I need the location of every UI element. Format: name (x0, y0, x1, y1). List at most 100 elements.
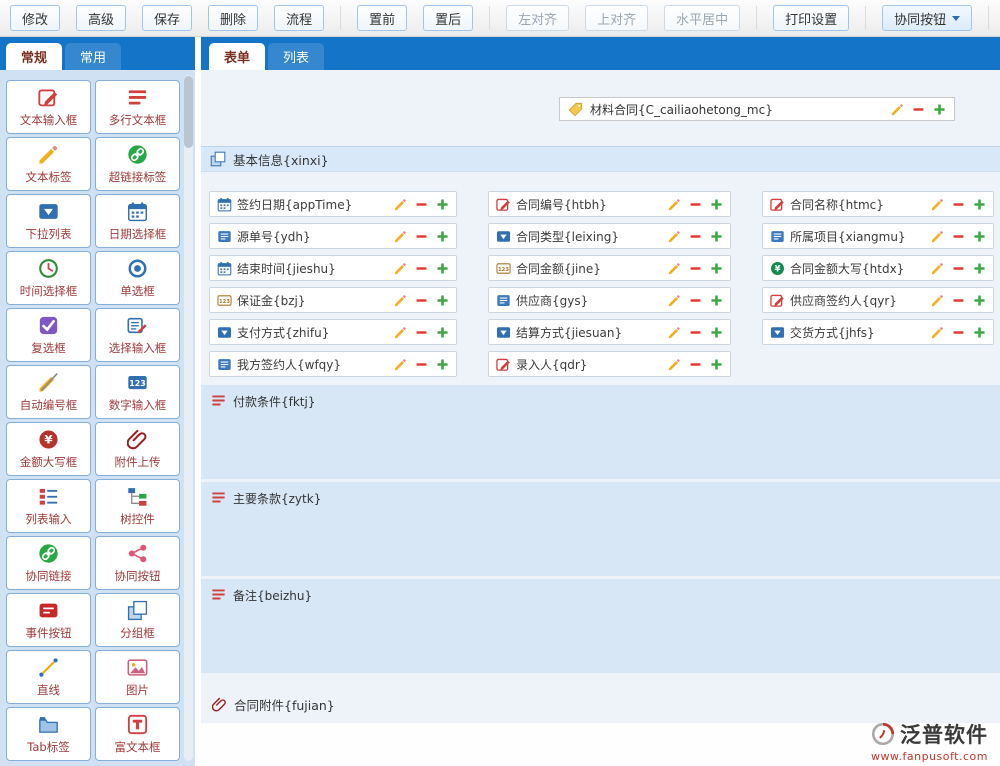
send-to-back-button[interactable]: 置后 (423, 5, 473, 31)
sidebar-control-group-box[interactable]: 分组框 (95, 593, 180, 647)
edit-pencil-icon[interactable] (931, 326, 944, 339)
remove-minus-icon[interactable] (689, 294, 702, 307)
sidebar-control-tree-control[interactable]: 树控件 (95, 479, 180, 533)
remove-minus-icon[interactable] (415, 294, 428, 307)
form-field[interactable]: 合同类型{leixing} (488, 223, 731, 249)
edit-pencil-icon[interactable] (891, 103, 904, 116)
group-box-header[interactable]: 基本信息{xinxi} (201, 146, 1000, 172)
sidebar-control-radio[interactable]: 单选框 (95, 251, 180, 305)
edit-pencil-icon[interactable] (394, 294, 407, 307)
sidebar-control-time-picker[interactable]: 时间选择框 (6, 251, 91, 305)
sidebar-control-rich-text[interactable]: 富文本框 (95, 707, 180, 761)
bring-to-front-button[interactable]: 置前 (357, 5, 407, 31)
remove-minus-icon[interactable] (415, 326, 428, 339)
edit-pencil-icon[interactable] (394, 326, 407, 339)
form-field[interactable]: 供应商{gys} (488, 287, 731, 313)
remove-minus-icon[interactable] (415, 358, 428, 371)
sidebar-control-checkbox[interactable]: 复选框 (6, 308, 91, 362)
align-top-button[interactable]: 上对齐 (585, 5, 648, 31)
remove-minus-icon[interactable] (689, 262, 702, 275)
add-plus-icon[interactable] (933, 103, 946, 116)
add-plus-icon[interactable] (710, 198, 723, 211)
add-plus-icon[interactable] (436, 326, 449, 339)
add-plus-icon[interactable] (710, 358, 723, 371)
form-field[interactable]: 录入人{qdr} (488, 351, 731, 377)
edit-pencil-icon[interactable] (668, 230, 681, 243)
sidebar-control-text-label[interactable]: 文本标签 (6, 137, 91, 191)
form-field[interactable]: 源单号{ydh} (209, 223, 457, 249)
sidebar-control-multiline-text[interactable]: 多行文本框 (95, 80, 180, 134)
sidebar-control-attachment-upload[interactable]: 附件上传 (95, 422, 180, 476)
tab-list[interactable]: 列表 (268, 43, 324, 70)
sidebar-control-collab-button[interactable]: 协同按钮 (95, 536, 180, 590)
add-plus-icon[interactable] (710, 230, 723, 243)
advanced-button[interactable]: 高级 (76, 5, 126, 31)
edit-pencil-icon[interactable] (668, 326, 681, 339)
add-plus-icon[interactable] (436, 230, 449, 243)
remove-minus-icon[interactable] (912, 103, 925, 116)
add-plus-icon[interactable] (973, 262, 986, 275)
form-field[interactable]: 结束时间{jieshu} (209, 255, 457, 281)
tab-common[interactable]: 常用 (65, 43, 121, 70)
form-field[interactable]: 结算方式{jiesuan} (488, 319, 731, 345)
remove-minus-icon[interactable] (415, 230, 428, 243)
modify-button[interactable]: 修改 (10, 5, 60, 31)
print-settings-button[interactable]: 打印设置 (773, 5, 849, 31)
scrollbar-thumb[interactable] (184, 76, 193, 148)
form-title-field[interactable]: 材料合同{C_cailiaohetong_mc} (559, 97, 955, 121)
add-plus-icon[interactable] (973, 326, 986, 339)
remove-minus-icon[interactable] (689, 326, 702, 339)
edit-pencil-icon[interactable] (394, 262, 407, 275)
textarea-field[interactable]: 备注{beizhu} (201, 579, 1000, 673)
add-plus-icon[interactable] (436, 358, 449, 371)
edit-pencil-icon[interactable] (668, 294, 681, 307)
sidebar-control-hyperlink-label[interactable]: 超链接标签 (95, 137, 180, 191)
edit-pencil-icon[interactable] (668, 358, 681, 371)
sidebar-control-line[interactable]: 直线 (6, 650, 91, 704)
add-plus-icon[interactable] (710, 326, 723, 339)
form-field[interactable]: 合同金额大写{htdx} (762, 255, 994, 281)
tab-general[interactable]: 常规 (6, 43, 62, 70)
edit-pencil-icon[interactable] (394, 358, 407, 371)
sidebar-control-event-button[interactable]: 事件按钮 (6, 593, 91, 647)
sidebar-control-list-input[interactable]: 列表输入 (6, 479, 91, 533)
form-field[interactable]: 签约日期{appTime} (209, 191, 457, 217)
remove-minus-icon[interactable] (952, 326, 965, 339)
add-plus-icon[interactable] (436, 294, 449, 307)
sidebar-scrollbar[interactable] (184, 75, 193, 761)
sidebar-control-dropdown-list[interactable]: 下拉列表 (6, 194, 91, 248)
remove-minus-icon[interactable] (689, 230, 702, 243)
delete-button[interactable]: 删除 (208, 5, 258, 31)
add-plus-icon[interactable] (710, 262, 723, 275)
remove-minus-icon[interactable] (952, 294, 965, 307)
attachment-field[interactable]: 合同附件{fujian} (201, 695, 1000, 714)
sidebar-control-date-picker[interactable]: 日期选择框 (95, 194, 180, 248)
remove-minus-icon[interactable] (689, 358, 702, 371)
add-plus-icon[interactable] (436, 262, 449, 275)
save-button[interactable]: 保存 (142, 5, 192, 31)
form-field[interactable]: 我方签约人{wfqy} (209, 351, 457, 377)
add-plus-icon[interactable] (973, 294, 986, 307)
sidebar-control-tab-label[interactable]: Tab标签 (6, 707, 91, 761)
edit-pencil-icon[interactable] (931, 262, 944, 275)
tab-form[interactable]: 表单 (209, 43, 265, 70)
edit-pencil-icon[interactable] (668, 262, 681, 275)
form-field[interactable]: 所属项目{xiangmu} (762, 223, 994, 249)
sidebar-control-auto-number[interactable]: 自动编号框 (6, 365, 91, 419)
sidebar-control-amount-words[interactable]: 金额大写框 (6, 422, 91, 476)
form-field[interactable]: 合同编号{htbh} (488, 191, 731, 217)
sidebar-control-select-input[interactable]: 选择输入框 (95, 308, 180, 362)
edit-pencil-icon[interactable] (931, 294, 944, 307)
sidebar-control-collab-link[interactable]: 协同链接 (6, 536, 91, 590)
form-field[interactable]: 合同金额{jine} (488, 255, 731, 281)
remove-minus-icon[interactable] (689, 198, 702, 211)
center-horizontal-button[interactable]: 水平居中 (664, 5, 740, 31)
add-plus-icon[interactable] (973, 198, 986, 211)
form-field[interactable]: 合同名称{htmc} (762, 191, 994, 217)
form-field[interactable]: 保证金{bzj} (209, 287, 457, 313)
form-field[interactable]: 供应商签约人{qyr} (762, 287, 994, 313)
add-plus-icon[interactable] (436, 198, 449, 211)
remove-minus-icon[interactable] (415, 262, 428, 275)
add-plus-icon[interactable] (710, 294, 723, 307)
remove-minus-icon[interactable] (415, 198, 428, 211)
